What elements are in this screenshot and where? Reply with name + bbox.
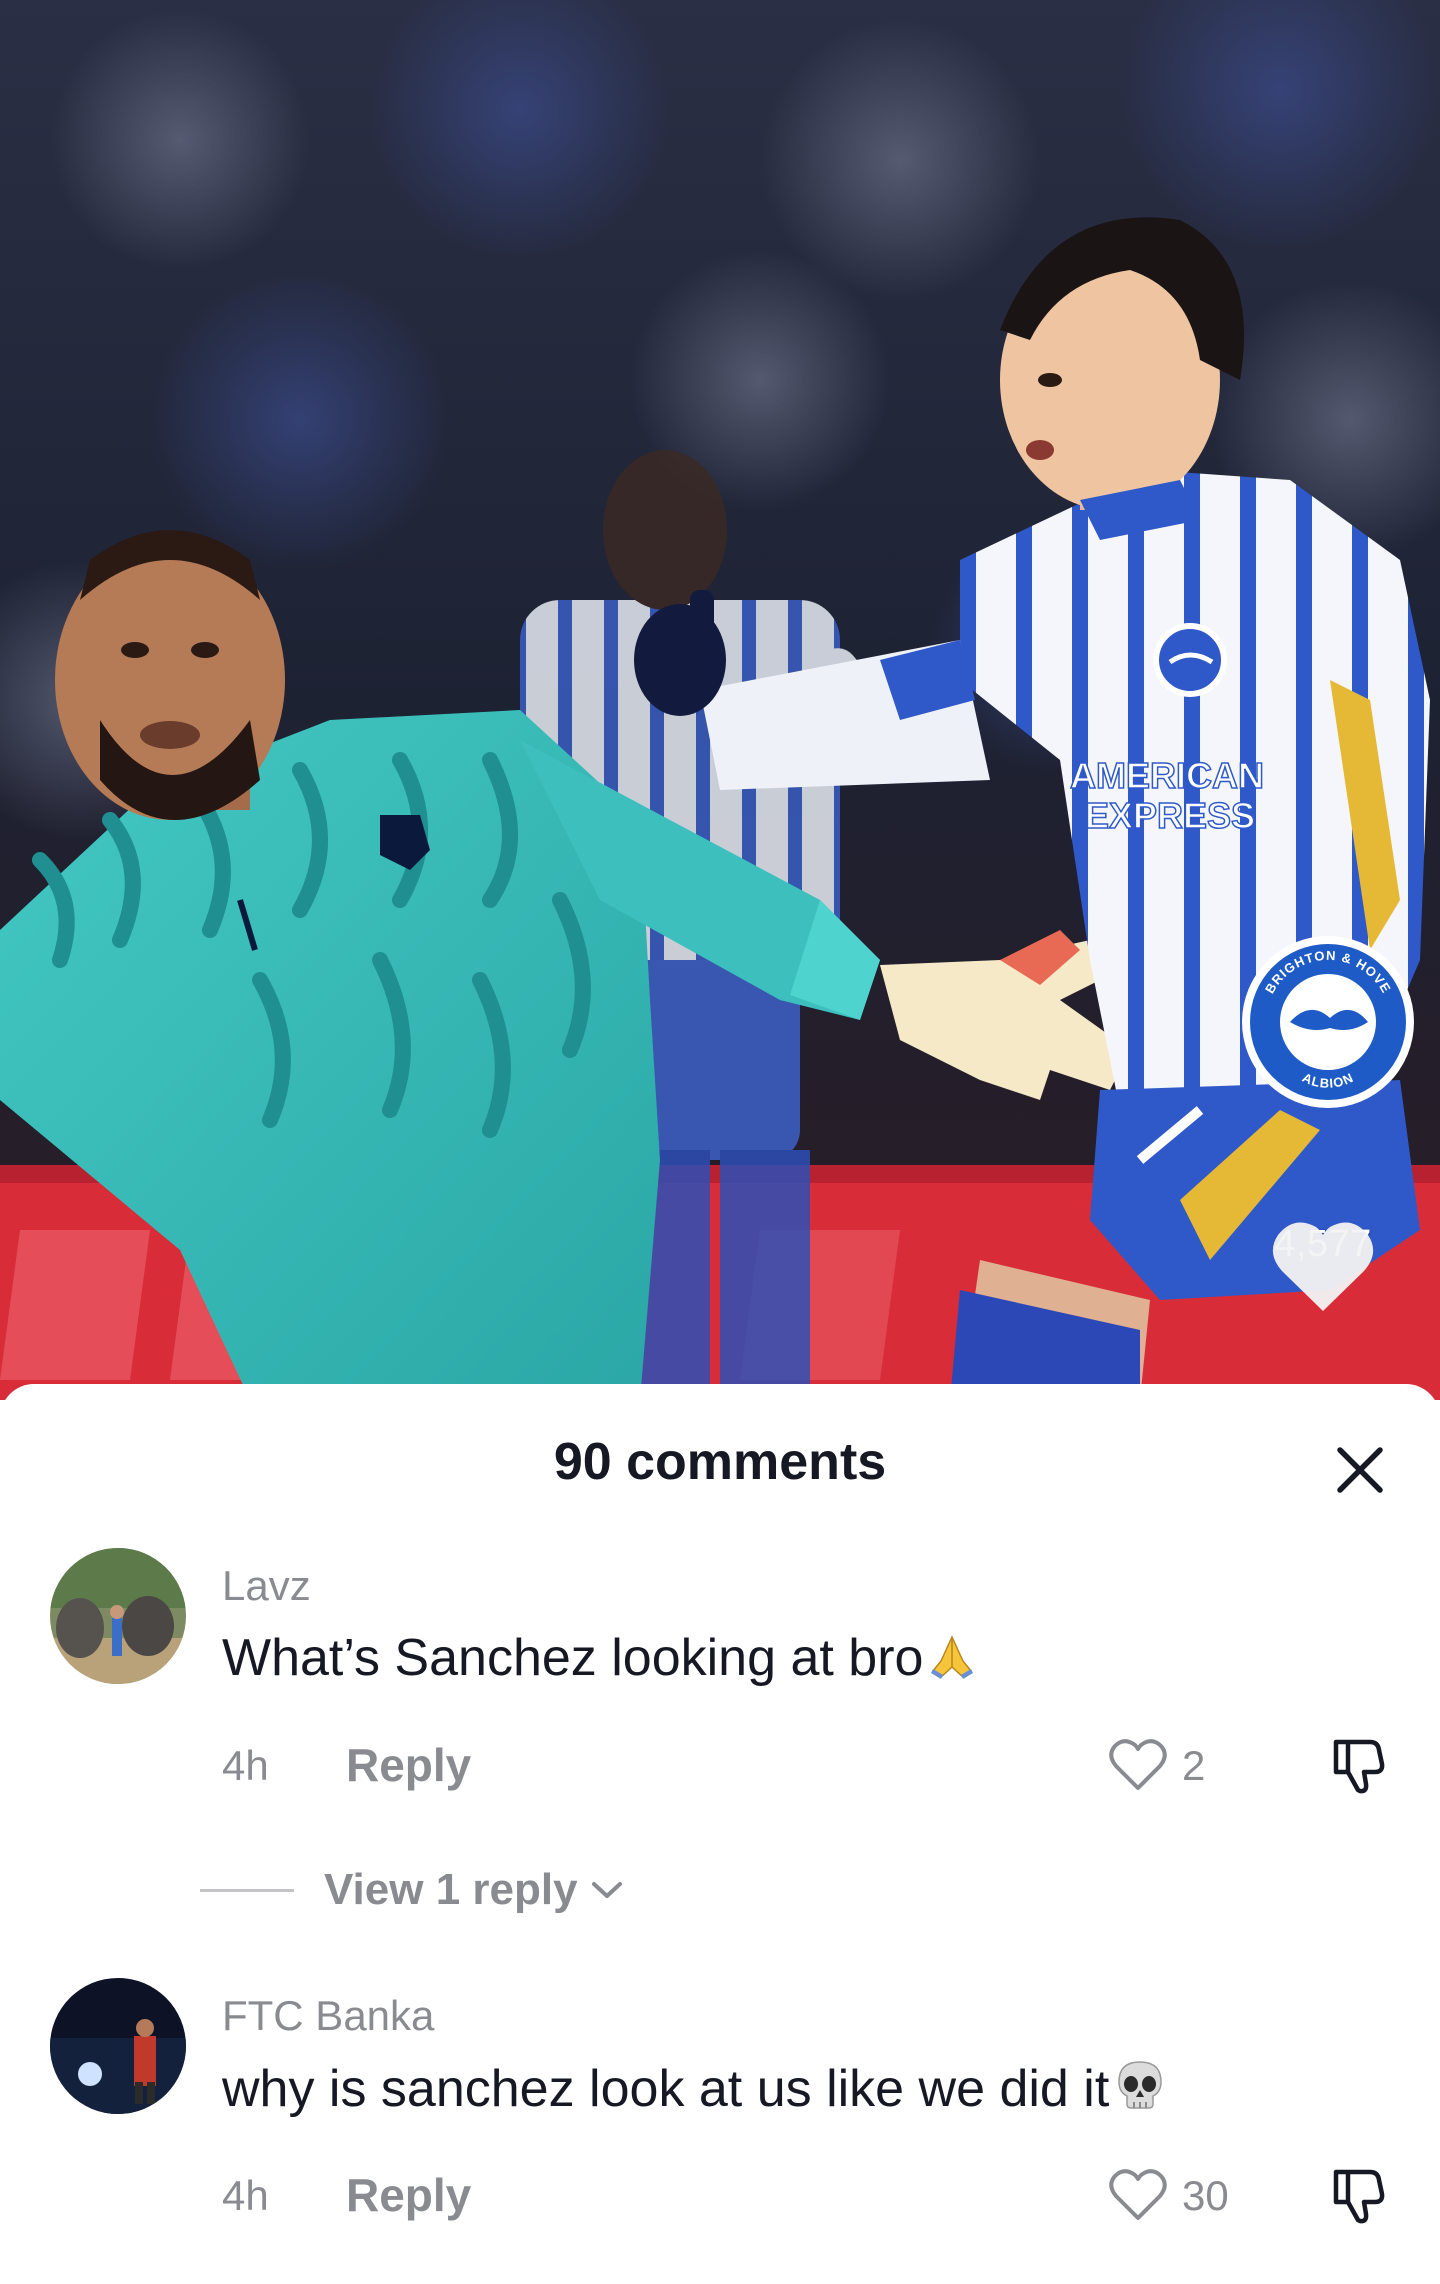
avatar[interactable] [50, 1978, 186, 2114]
comment-like-button[interactable]: 2 [1108, 1736, 1205, 1796]
shirt-sponsor-line1: AMERICAN [1070, 755, 1264, 796]
tiktok-comments-screen: AMERICAN EXPRESS BRIGHTON & HOVE ALBION [0, 0, 1440, 2284]
comment-like-count: 30 [1182, 2172, 1229, 2219]
comment-item: Lavz What’s Sanchez looking at bro 4h Re… [0, 1548, 1440, 1978]
comments-header: 90 comments [0, 1384, 1440, 1548]
comment-text: why is sanchez look at us like we did it [222, 2060, 1110, 2118]
comment-username[interactable]: FTC Banka [222, 1992, 434, 2040]
comment-username[interactable]: Lavz [222, 1562, 311, 1610]
view-replies-label: View 1 reply [324, 1865, 578, 1914]
heart-outline-icon [1109, 1739, 1167, 1790]
close-button[interactable] [1330, 1440, 1390, 1500]
comment-like-count: 2 [1182, 1742, 1206, 1789]
comment-actions: 4h Reply 30 [222, 2166, 1392, 2226]
close-icon [1337, 1447, 1383, 1493]
thumbs-down-icon [1333, 2169, 1385, 2224]
view-replies-button[interactable]: View 1 reply [200, 1860, 624, 1920]
thumbs-down-icon [1333, 1739, 1385, 1794]
dislike-button[interactable] [1326, 1732, 1392, 1798]
video-frame[interactable]: AMERICAN EXPRESS BRIGHTON & HOVE ALBION [0, 0, 1440, 1400]
avatar-image-night [50, 1978, 186, 2114]
comment-actions: 4h Reply 2 [222, 1736, 1392, 1796]
heart-outline-icon [1109, 2169, 1167, 2220]
comment-body: What’s Sanchez looking at bro [222, 1628, 977, 1694]
reply-button[interactable]: Reply [346, 2168, 471, 2222]
reply-button[interactable]: Reply [346, 1738, 471, 1792]
comments-sheet: 90 comments Lavz What’s Sanchez looking … [0, 1384, 1440, 2284]
comment-timestamp: 4h [222, 1742, 269, 1789]
video-like-button[interactable]: 4,577 [1268, 1215, 1378, 1311]
comments-count-title: 90 comments [553, 1433, 887, 1491]
avatar[interactable] [50, 1548, 186, 1684]
comment-text: What’s Sanchez looking at bro [222, 1629, 924, 1687]
club-badge: BRIGHTON & HOVE ALBION [1242, 936, 1414, 1108]
replies-divider-line [200, 1888, 294, 1892]
football-photo: AMERICAN EXPRESS BRIGHTON & HOVE ALBION [0, 0, 1440, 1400]
chevron-down-icon [591, 1882, 622, 1898]
heart-icon [1272, 1222, 1374, 1311]
dislike-button[interactable] [1326, 2162, 1392, 2228]
avatar-image-elephants [50, 1548, 186, 1684]
comment-timestamp: 4h [222, 2172, 269, 2219]
comment-body: why is sanchez look at us like we did it [222, 2058, 1167, 2125]
shirt-sponsor-line2: EXPRESS [1085, 795, 1255, 836]
skull-emoji-icon [1113, 2058, 1167, 2125]
comment-like-button[interactable]: 30 [1108, 2166, 1229, 2226]
folded-hands-emoji-icon [927, 1631, 977, 1694]
comment-item: FTC Banka why is sanchez look at us like… [0, 1978, 1440, 2278]
